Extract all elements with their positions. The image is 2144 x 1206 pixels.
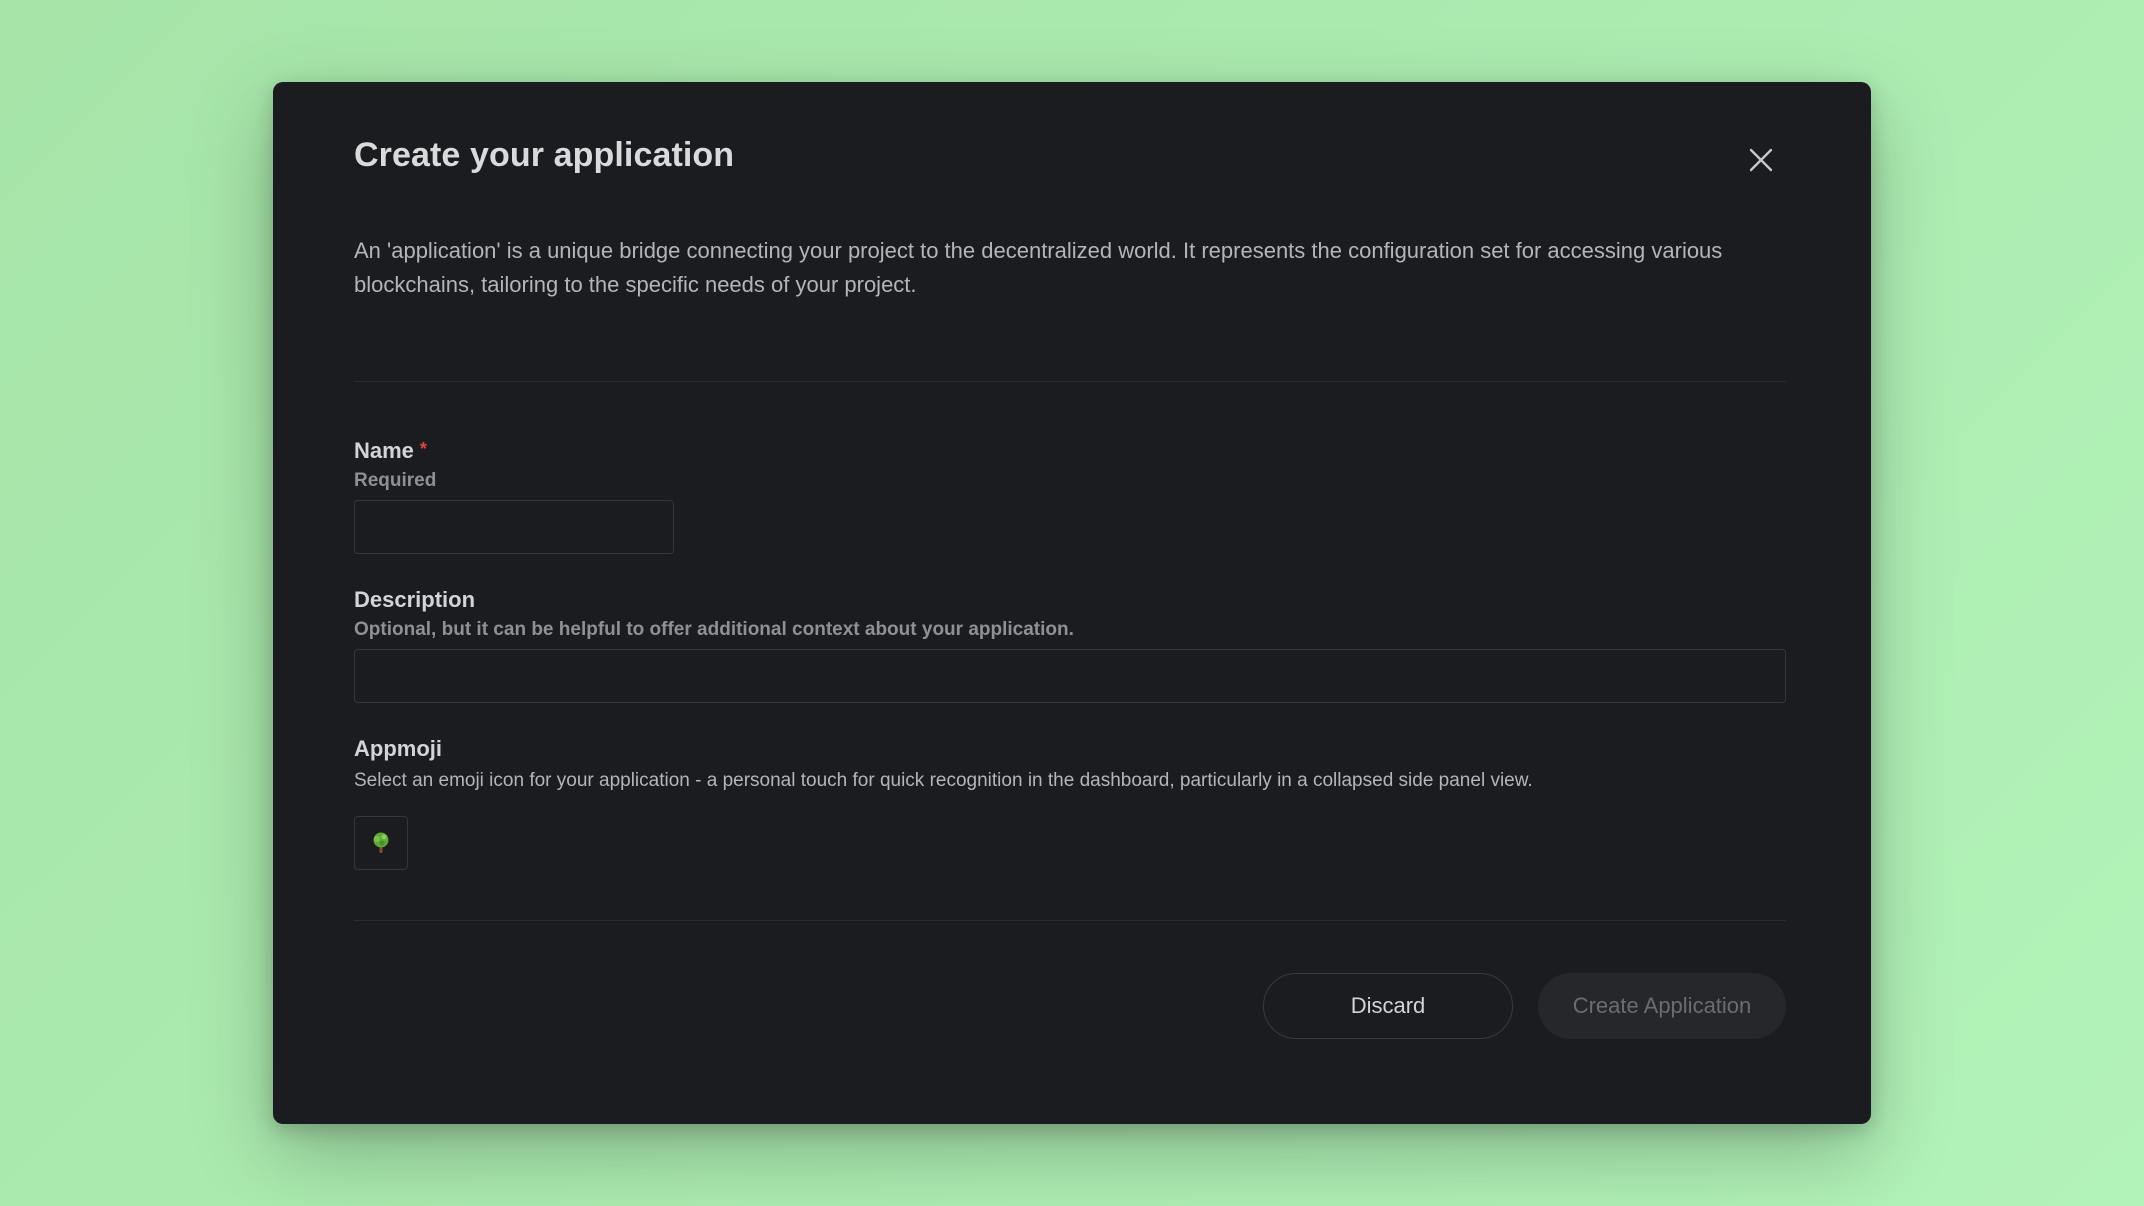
description-input[interactable]: [354, 649, 1786, 703]
description-help: Optional, but it can be helpful to offer…: [354, 619, 1074, 640]
name-label: Name *: [354, 438, 427, 464]
appmoji-label: Appmoji: [354, 736, 442, 761]
close-button[interactable]: [1739, 138, 1783, 182]
discard-button[interactable]: Discard: [1263, 973, 1513, 1039]
tree-icon: [373, 832, 389, 853]
create-application-button[interactable]: Create Application: [1538, 973, 1786, 1039]
description-label: Description: [354, 587, 476, 612]
name-input[interactable]: [354, 500, 674, 554]
appmoji-picker-button[interactable]: [354, 816, 408, 870]
appmoji-help: Select an emoji icon for your applicatio…: [354, 770, 1533, 791]
name-label-text: Name: [354, 438, 414, 463]
dialog-description: An 'application' is a unique bridge conn…: [354, 238, 1723, 297]
create-application-dialog: Create your application An 'application'…: [273, 82, 1871, 1124]
dialog-title: Create your application: [354, 136, 735, 174]
required-mark: *: [419, 439, 427, 459]
close-icon[interactable]: [1748, 147, 1774, 173]
section-divider: [354, 381, 1786, 382]
name-help: Required: [354, 470, 437, 491]
footer-divider: [354, 920, 1786, 921]
